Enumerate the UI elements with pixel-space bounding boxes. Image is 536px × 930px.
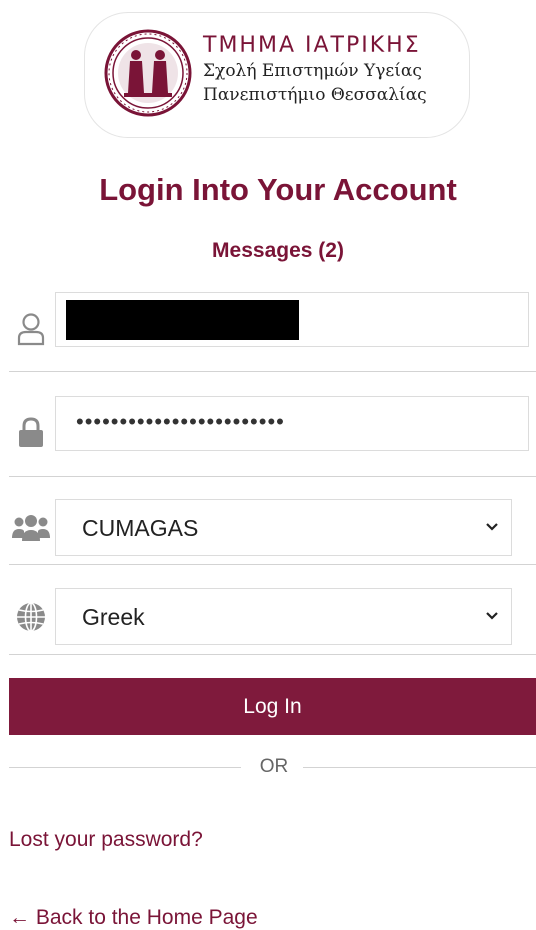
- or-divider-left: [9, 767, 241, 768]
- username-input[interactable]: [55, 292, 529, 347]
- or-separator: OR: [259, 756, 289, 777]
- redacted-username: [66, 300, 299, 340]
- logo-text: ΤΜΗΜΑ ΙΑΤΡΙΚΗΣ Σχολή Επιστημών Υγείας Πα…: [203, 33, 427, 107]
- group-select-value: CUMAGAS: [82, 515, 199, 541]
- university-seal-icon: [104, 29, 192, 117]
- language-select[interactable]: Greek: [55, 588, 512, 645]
- institution-logo: ΤΜΗΜΑ ΙΑΤΡΙΚΗΣ Σχολή Επιστημών Υγείας Πα…: [84, 12, 470, 138]
- logo-school: Σχολή Επιστημών Υγείας: [203, 61, 422, 81]
- divider: [9, 654, 536, 655]
- login-button[interactable]: Log In: [9, 678, 536, 735]
- divider: [9, 476, 536, 477]
- back-home-link[interactable]: ← Back to the Home Page: [9, 906, 258, 930]
- divider: [9, 371, 536, 372]
- divider: [9, 564, 536, 565]
- password-mask: ••••••••••••••••••••••••: [76, 409, 285, 434]
- group-select[interactable]: CUMAGAS: [55, 499, 512, 556]
- or-divider-right: [303, 767, 536, 768]
- user-icon: [11, 309, 51, 349]
- page-title: Login Into Your Account: [99, 172, 457, 207]
- logo-university: Πανεπιστήμιο Θεσσαλίας: [203, 85, 427, 105]
- chevron-down-icon: [486, 612, 498, 620]
- language-select-value: Greek: [82, 604, 145, 630]
- chevron-down-icon: [486, 523, 498, 531]
- logo-department: ΤΜΗΜΑ ΙΑΤΡΙΚΗΣ: [203, 33, 421, 58]
- messages-link[interactable]: Messages (2): [0, 239, 536, 263]
- lock-icon: [11, 412, 51, 452]
- users-group-icon: [11, 508, 51, 548]
- lost-password-link[interactable]: Lost your password?: [9, 828, 203, 852]
- password-input[interactable]: ••••••••••••••••••••••••: [55, 396, 529, 451]
- globe-icon: [11, 597, 51, 637]
